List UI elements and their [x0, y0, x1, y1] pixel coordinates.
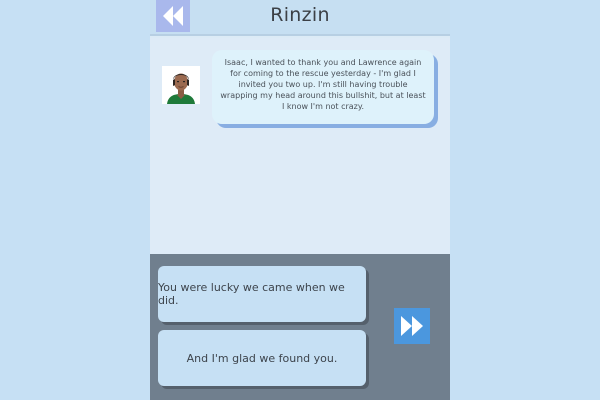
fast-forward-button[interactable] — [394, 308, 430, 344]
choice-button-2[interactable]: And I'm glad we found you. — [158, 330, 366, 386]
choice-button-1[interactable]: You were lucky we came when we did. — [158, 266, 366, 322]
message-bubble: Isaac, I wanted to thank you and Lawrenc… — [212, 50, 434, 124]
chat-screen: Rinzin Isaac, I wanted to thank you and … — [150, 0, 450, 400]
avatar-icon — [162, 66, 200, 104]
fast-forward-icon — [401, 316, 423, 336]
contact-name: Rinzin — [270, 4, 330, 26]
message-thread: Isaac, I wanted to thank you and Lawrenc… — [150, 38, 450, 254]
avatar — [162, 66, 200, 104]
chat-header: Rinzin — [150, 0, 450, 36]
message-bubble-container: Isaac, I wanted to thank you and Lawrenc… — [212, 50, 438, 128]
reply-panel: You were lucky we came when we did. And … — [150, 254, 450, 400]
